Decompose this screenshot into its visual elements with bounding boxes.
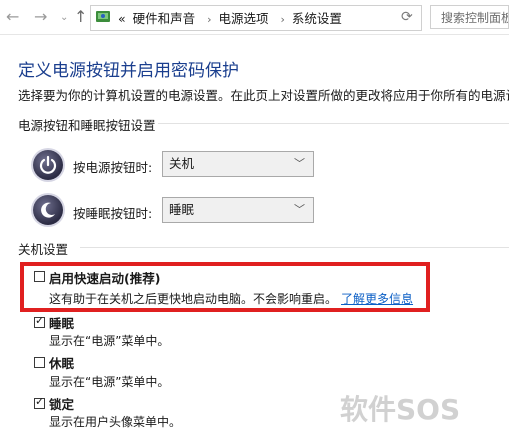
- breadcrumb-item-hardware[interactable]: 硬件和声音: [133, 11, 196, 26]
- highlight-box: [20, 262, 430, 312]
- watermark: 软件SOS: [340, 393, 461, 426]
- lock-label[interactable]: 锁定: [49, 394, 74, 413]
- breadcrumb-separator-icon: ›: [280, 13, 285, 26]
- search-input[interactable]: 搜索控制面板: [430, 5, 509, 29]
- chevron-down-icon: ﹀: [294, 157, 305, 170]
- forward-arrow-icon[interactable]: →: [34, 9, 47, 25]
- sleep-icon: [33, 195, 63, 225]
- lock-description: 显示在用户头像菜单中。: [49, 415, 182, 429]
- section-divider: [80, 247, 509, 248]
- refresh-icon[interactable]: ⟳: [401, 9, 413, 25]
- control-panel-icon: [96, 11, 110, 22]
- breadcrumb-overflow-icon[interactable]: «: [118, 11, 126, 26]
- breadcrumb-item-power-options[interactable]: 电源选项: [219, 11, 269, 26]
- breadcrumb-separator-icon: ›: [207, 13, 212, 26]
- sleep-button-value: 睡眠: [169, 202, 195, 217]
- up-arrow-icon[interactable]: ↑: [74, 9, 87, 25]
- hibernate-label[interactable]: 休眠: [49, 353, 74, 372]
- power-button-label: 按电源按钮时:: [73, 160, 153, 175]
- power-icon: [33, 150, 63, 180]
- power-button-value: 关机: [169, 156, 195, 171]
- section-divider: [158, 123, 509, 124]
- breadcrumb-item-system-settings[interactable]: 系统设置: [292, 11, 342, 26]
- page-title: 定义电源按钮并启用密码保护: [18, 61, 239, 81]
- sleep-menu-label[interactable]: 睡眠: [49, 313, 74, 332]
- breadcrumb: « 硬件和声音 › 电源选项 › 系统设置: [118, 8, 345, 27]
- sleep-button-select[interactable]: 睡眠 ﹀: [162, 197, 314, 223]
- sleep-menu-description: 显示在“电源”菜单中。: [49, 334, 170, 348]
- power-button-select[interactable]: 关机 ﹀: [162, 151, 314, 177]
- sleep-menu-checkbox[interactable]: [34, 314, 45, 328]
- section-title-shutdown: 关机设置: [18, 242, 69, 257]
- lock-checkbox[interactable]: [34, 395, 45, 409]
- chevron-down-icon: ﹀: [294, 203, 305, 216]
- section-title-power-buttons: 电源按钮和睡眠按钮设置: [18, 118, 156, 133]
- sleep-button-label: 按睡眠按钮时:: [73, 206, 153, 221]
- page-description: 选择要为你的计算机设置的电源设置。在此页上对设置所做的更改将应用于你所有的电源计…: [18, 88, 509, 103]
- hibernate-description: 显示在“电源”菜单中。: [49, 375, 170, 389]
- back-arrow-icon[interactable]: ←: [6, 9, 19, 25]
- hibernate-checkbox[interactable]: [34, 357, 45, 368]
- history-chevron-down-icon[interactable]: ⌄: [60, 12, 68, 23]
